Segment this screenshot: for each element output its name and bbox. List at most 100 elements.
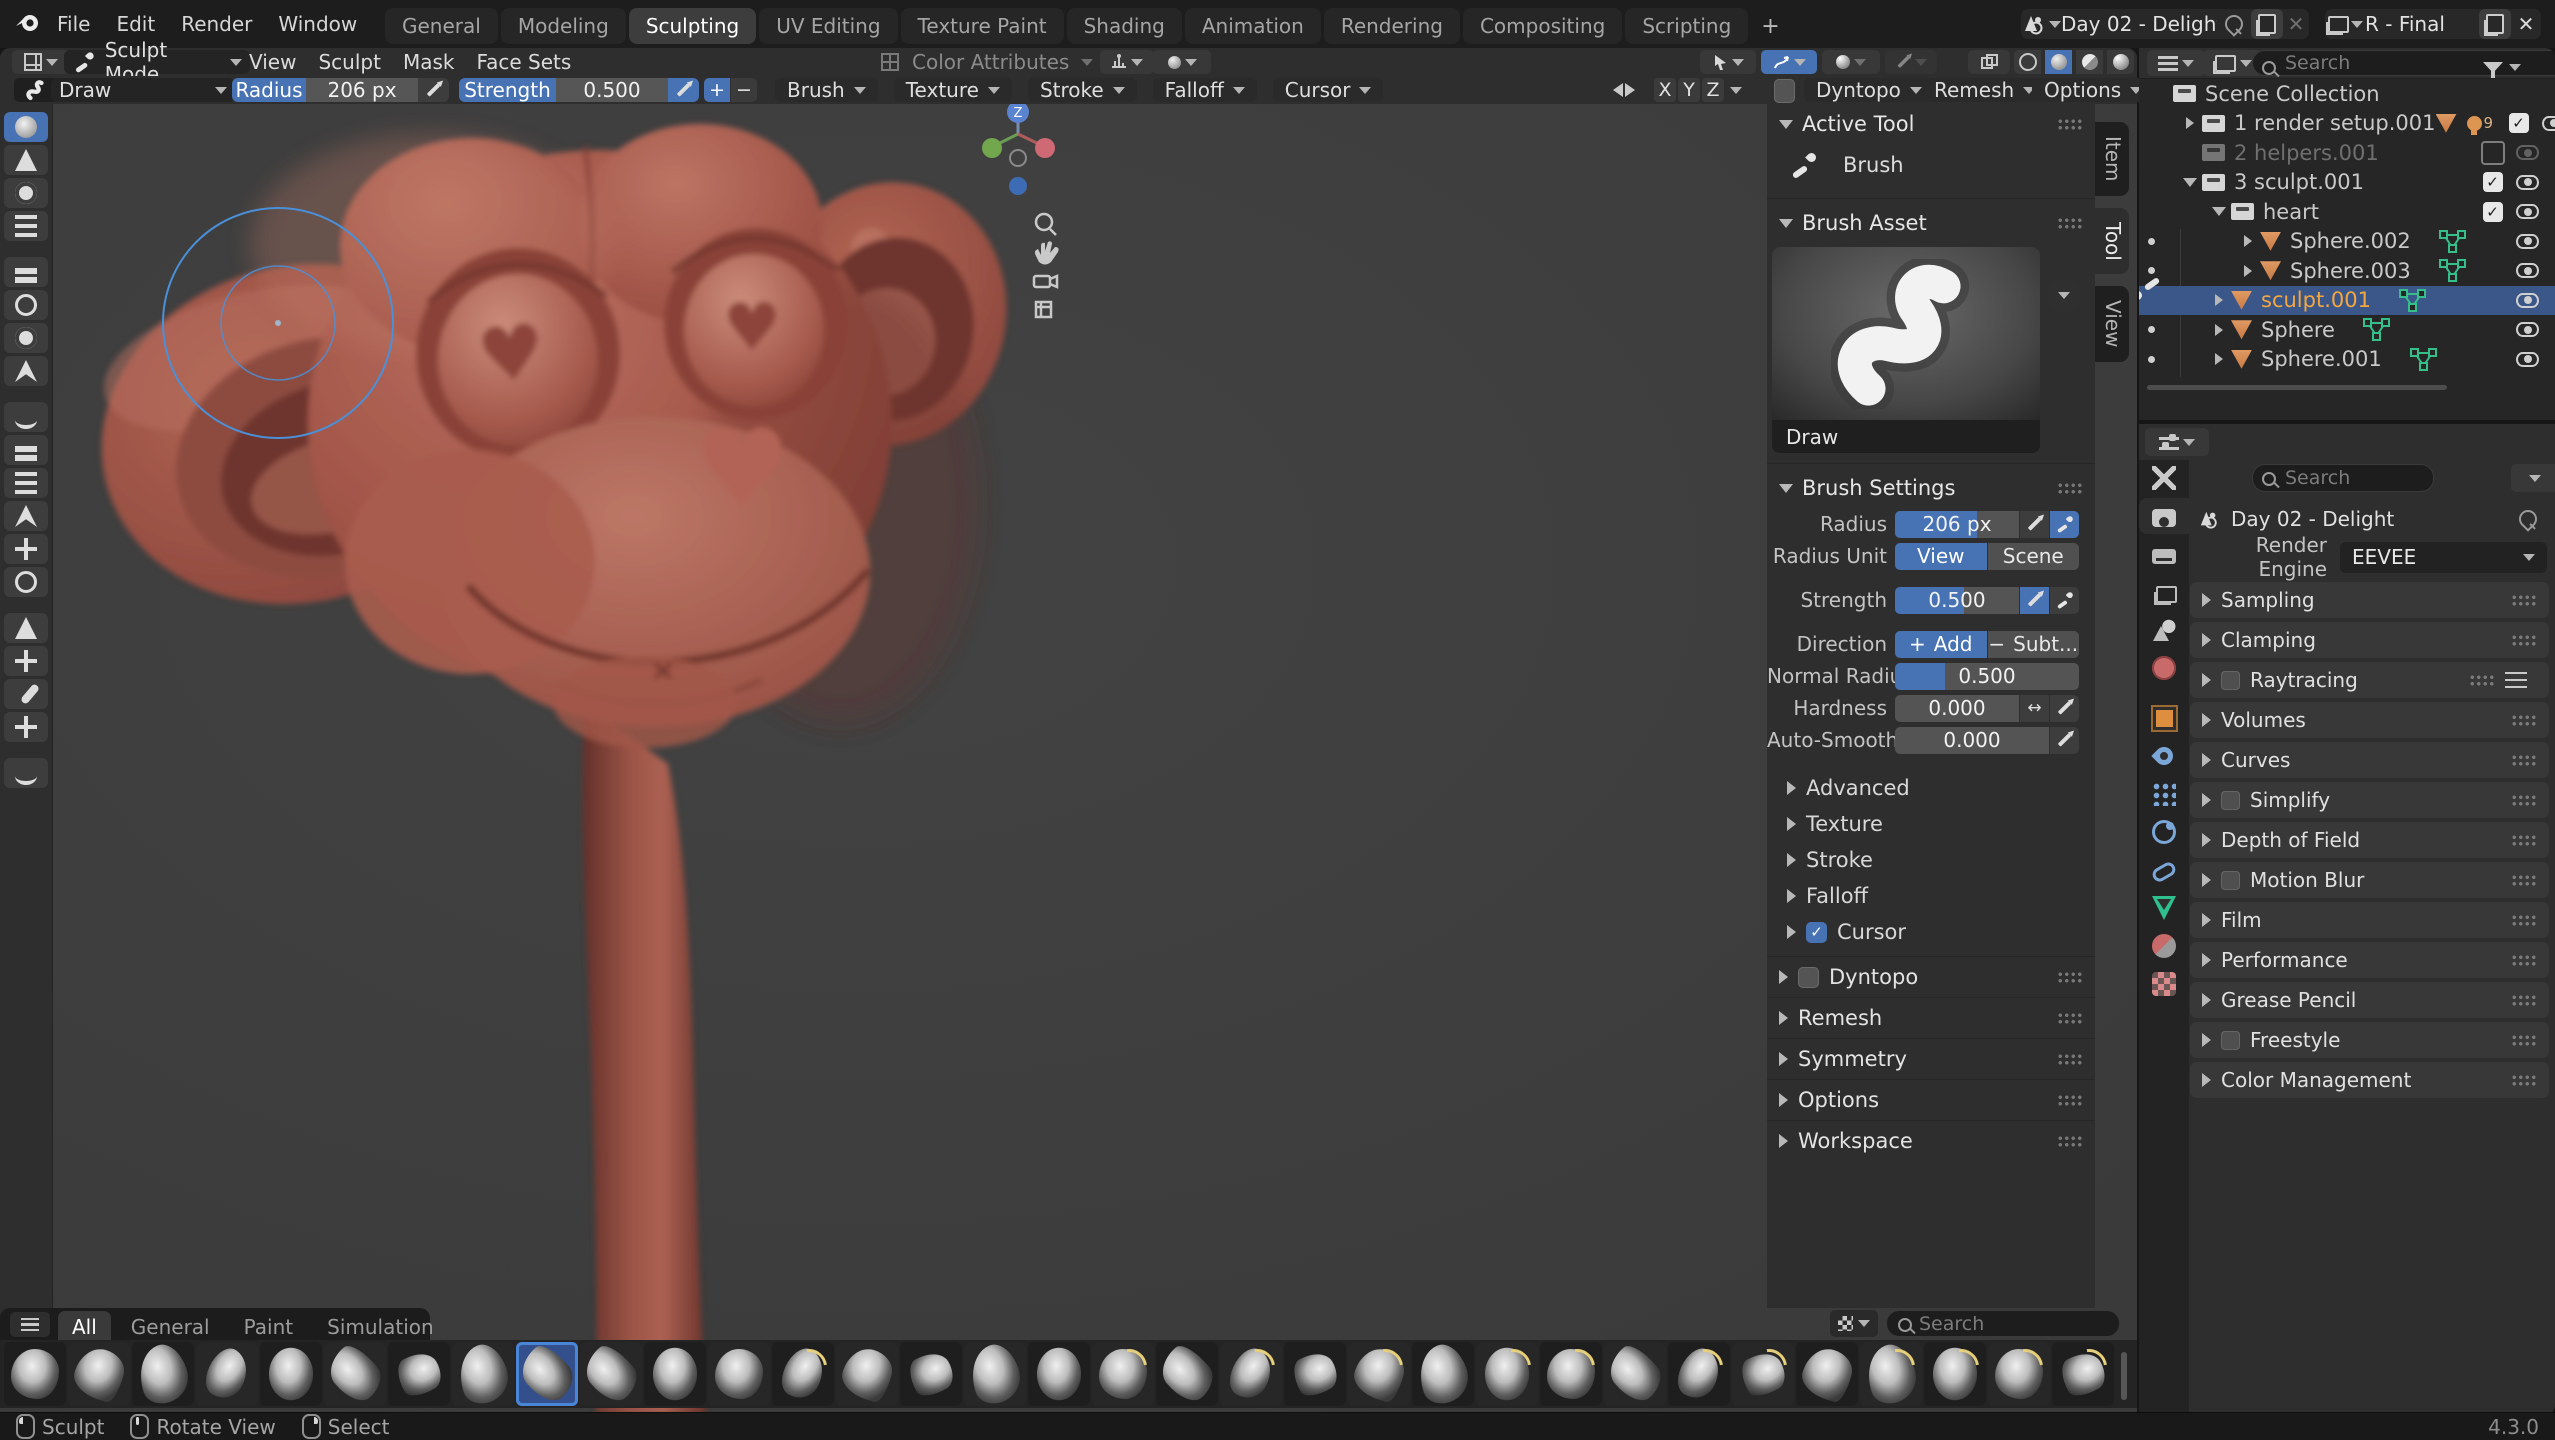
display-mode-dropdown[interactable] xyxy=(2147,50,2205,76)
brush-asset-thumbnail[interactable] xyxy=(1092,1342,1154,1406)
radius-slider-label[interactable]: Radius xyxy=(232,78,306,102)
direction-subtract-button[interactable]: − xyxy=(731,78,757,102)
material-shading-button[interactable] xyxy=(2076,50,2103,74)
properties-panel-header[interactable]: Depth of Field xyxy=(2190,822,2549,858)
sculpt-tool-button[interactable] xyxy=(4,145,48,175)
new-scene-button[interactable] xyxy=(2251,9,2283,39)
wireframe-shading-button[interactable] xyxy=(2014,50,2041,74)
sculpt-tool-button[interactable] xyxy=(4,257,48,287)
hide-eye-icon[interactable] xyxy=(2516,175,2539,190)
brush-asset-thumbnail[interactable] xyxy=(644,1342,706,1406)
hide-eye-icon[interactable] xyxy=(2516,352,2539,367)
normal-radius-slider[interactable]: 0.500 xyxy=(1895,663,2079,690)
properties-panel-header[interactable]: Film xyxy=(2190,902,2549,938)
panel-extras-icon[interactable] xyxy=(2505,672,2527,688)
properties-panel-header[interactable]: Performance xyxy=(2190,942,2549,978)
sculpt-tool-button[interactable] xyxy=(4,534,48,564)
tool-settings-menu[interactable]: Texture xyxy=(894,78,1012,102)
menu-item[interactable]: File xyxy=(44,7,103,41)
hide-eye-icon[interactable] xyxy=(2516,263,2539,278)
properties-tab[interactable] xyxy=(2139,536,2189,572)
drag-handle[interactable] xyxy=(2057,1094,2083,1106)
tool-settings-menu[interactable]: Stroke xyxy=(1028,78,1137,102)
options-menu[interactable]: Options xyxy=(2032,78,2154,102)
remesh-menu[interactable]: Remesh xyxy=(1922,78,2047,102)
sculpt-tool-button[interactable] xyxy=(4,402,48,432)
sidebar-collapsed-panel[interactable]: Dyntopo xyxy=(1767,956,2095,997)
brush-asset-thumbnail[interactable] xyxy=(1988,1342,2050,1406)
shelf-catalog-tab[interactable]: Simulation xyxy=(313,1311,448,1343)
brush-settings-subsection[interactable]: Texture xyxy=(1767,806,2095,842)
auto-smooth-slider[interactable]: 0.000 xyxy=(1895,727,2049,754)
shelf-catalog-tab[interactable]: Paint xyxy=(230,1311,308,1343)
sculpt-tool-button[interactable] xyxy=(4,679,48,709)
workspace-tab[interactable]: Compositing xyxy=(1463,8,1622,44)
properties-tab[interactable] xyxy=(2139,574,2189,610)
direction-add-button[interactable]: +Add xyxy=(1895,631,1987,658)
sculpt-tool-button[interactable] xyxy=(4,211,48,241)
brush-asset-thumbnail[interactable] xyxy=(196,1342,258,1406)
remove-view-layer-button[interactable]: ✕ xyxy=(2511,12,2541,36)
shelf-catalog-tab[interactable]: All xyxy=(58,1311,111,1343)
editor-type-button[interactable] xyxy=(12,50,70,74)
outliner-row[interactable]: 3 sculpt.001 xyxy=(2139,168,2555,198)
scene-icon[interactable] xyxy=(2021,13,2061,35)
properties-panel-header[interactable]: Clamping xyxy=(2190,622,2549,658)
strength-slider-value[interactable]: 0.500 xyxy=(556,78,668,102)
properties-tab[interactable] xyxy=(2139,650,2189,686)
strength-pressure-icon[interactable] xyxy=(668,78,699,102)
pin-id-icon[interactable] xyxy=(2515,506,2540,531)
sculpt-tool-button[interactable] xyxy=(4,435,48,465)
sculpt-tool-button[interactable] xyxy=(4,567,48,597)
brush-asset-thumbnail[interactable] xyxy=(1476,1342,1538,1406)
hide-eye-icon[interactable] xyxy=(2516,234,2539,249)
properties-tab[interactable] xyxy=(2139,738,2189,774)
shelf-catalog-tab[interactable]: General xyxy=(117,1311,224,1343)
shelf-search-input[interactable] xyxy=(1886,1310,2120,1337)
sidebar-collapsed-panel[interactable]: Symmetry xyxy=(1767,1038,2095,1079)
hardness-pressure-button[interactable] xyxy=(2050,695,2079,722)
viewport-menu-item[interactable]: View xyxy=(245,50,300,74)
auto-smooth-pressure-button[interactable] xyxy=(2050,727,2079,754)
sculpt-tool-button[interactable] xyxy=(4,468,48,498)
color-attributes-label[interactable]: Color Attributes xyxy=(908,50,1073,74)
outliner-row[interactable]: 1 render setup.001 9 xyxy=(2139,109,2555,139)
view-layer-name[interactable]: R - Final xyxy=(2365,12,2479,36)
brush-asset-dropdown[interactable] xyxy=(2048,280,2080,311)
brush-asset-thumbnail[interactable] xyxy=(452,1342,514,1406)
outliner-row[interactable]: Sphere.002 xyxy=(2139,227,2555,257)
brush-asset-thumbnail[interactable] xyxy=(2052,1342,2114,1406)
radius-slider-value[interactable]: 206 px xyxy=(306,78,418,102)
dyntopo-checkbox[interactable] xyxy=(1774,79,1795,103)
outliner-row[interactable]: 2 helpers.001 xyxy=(2139,138,2555,168)
sculpt-tool-button[interactable] xyxy=(4,646,48,676)
sculpt-tool-button[interactable] xyxy=(4,712,48,742)
viewport-menu-item[interactable]: Sculpt xyxy=(314,50,384,74)
pin-icon[interactable] xyxy=(2221,11,2246,36)
properties-tab[interactable] xyxy=(2139,460,2189,496)
proportional-edit-icon[interactable] xyxy=(1885,50,1937,74)
workspace-tab[interactable]: Modeling xyxy=(501,8,626,44)
brush-asset-thumbnail[interactable] xyxy=(580,1342,642,1406)
workspace-tab[interactable]: Texture Paint xyxy=(901,8,1064,44)
outliner-row[interactable]: Sphere.003 xyxy=(2139,256,2555,286)
brush-settings-subsection[interactable]: Cursor xyxy=(1767,914,2095,950)
mirror-z-button[interactable]: Z xyxy=(1702,78,1724,102)
brush-asset-thumbnail[interactable] xyxy=(964,1342,1026,1406)
properties-panel-header[interactable]: Color Management xyxy=(2190,1062,2549,1098)
shelf-menu-icon[interactable] xyxy=(10,1312,50,1337)
dyntopo-menu[interactable]: Dyntopo xyxy=(1804,78,1934,102)
radius-unified-button[interactable] xyxy=(2050,511,2079,538)
sculpt-tool-button[interactable] xyxy=(4,613,48,643)
brush-asset-thumbnail[interactable] xyxy=(772,1342,834,1406)
properties-tab[interactable] xyxy=(2139,852,2189,888)
properties-tab[interactable] xyxy=(2139,498,2189,534)
properties-tab[interactable] xyxy=(2139,890,2189,926)
properties-panel-header[interactable]: Grease Pencil xyxy=(2190,982,2549,1018)
brush-asset-thumbnail[interactable] xyxy=(68,1342,130,1406)
viewport-menu-item[interactable]: Face Sets xyxy=(472,50,575,74)
outliner-row[interactable]: Scene Collection xyxy=(2139,79,2555,109)
properties-search-input[interactable] xyxy=(2252,464,2434,492)
workspace-tab[interactable]: Animation xyxy=(1185,8,1321,44)
hide-eye-icon[interactable] xyxy=(2516,322,2539,337)
